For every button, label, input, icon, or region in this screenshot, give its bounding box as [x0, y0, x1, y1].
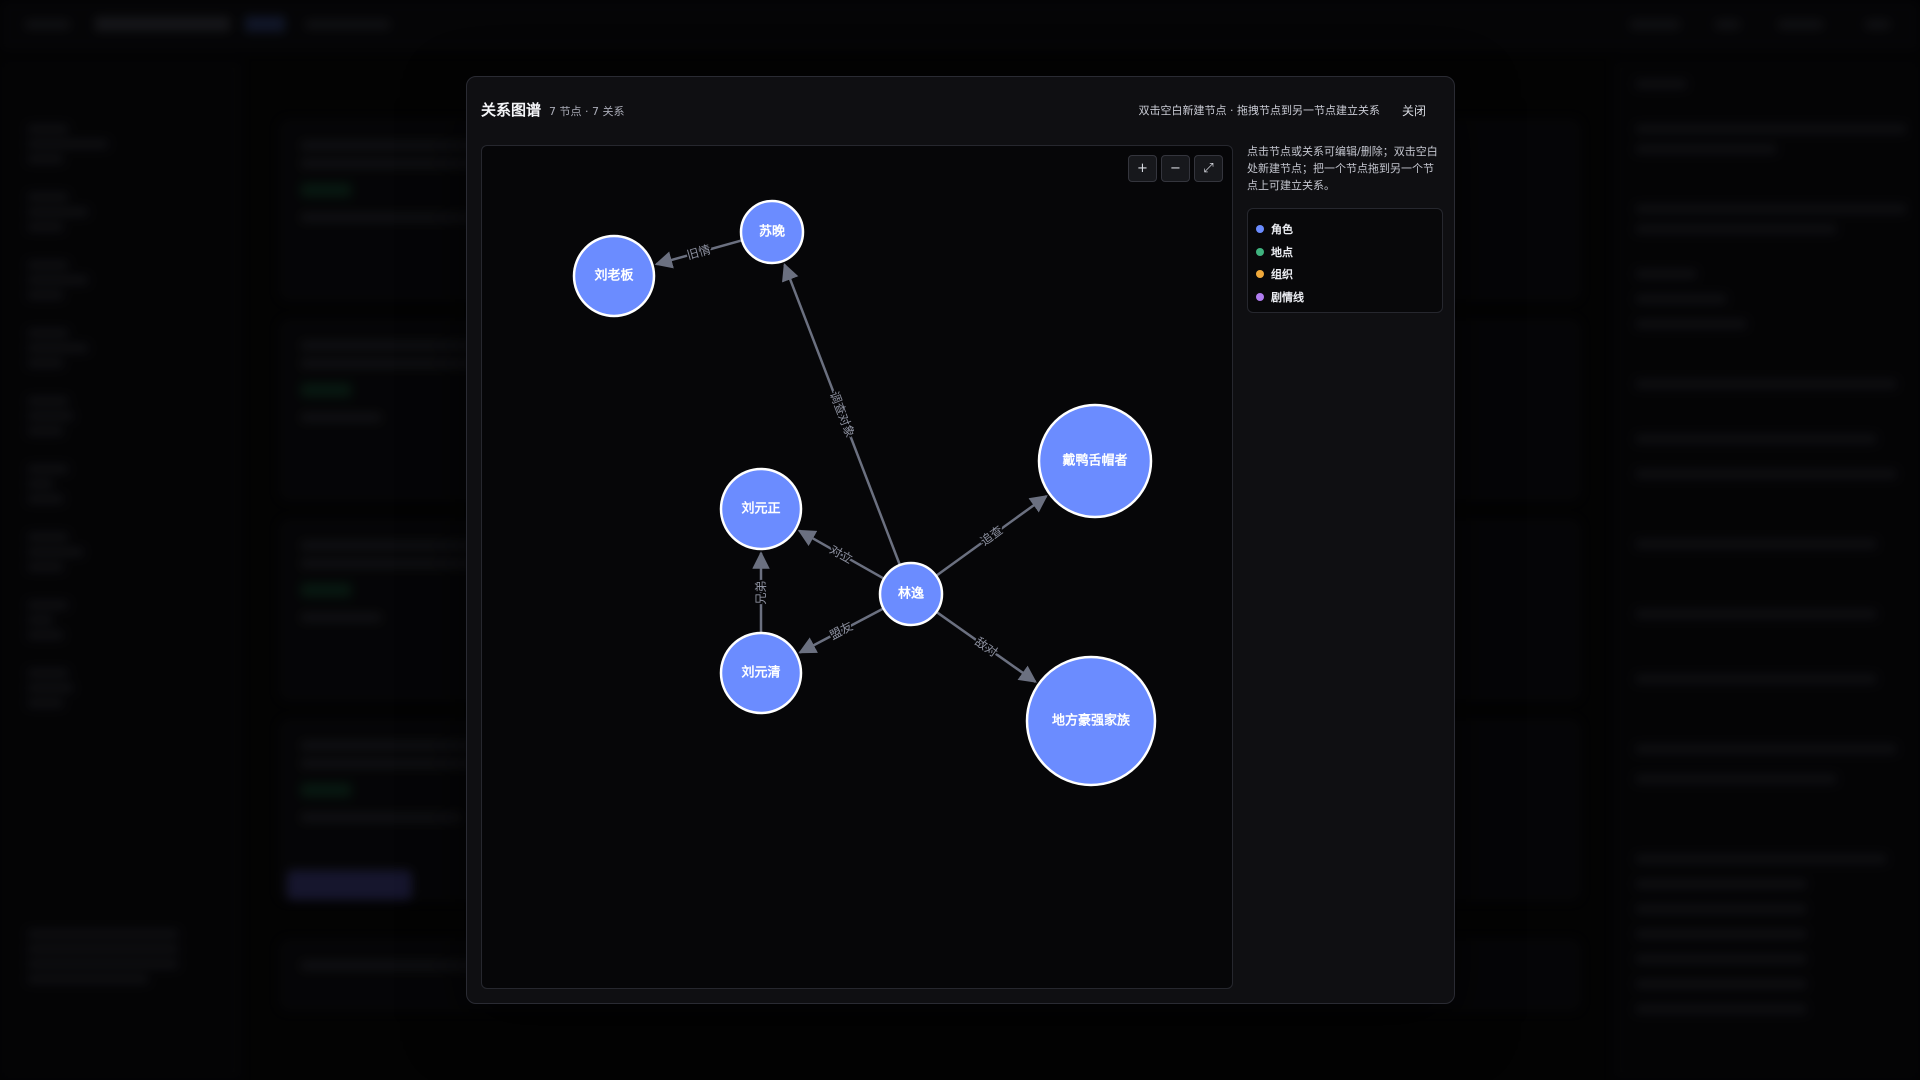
graph-edge-label[interactable]: 对立 — [826, 540, 857, 568]
graph-node[interactable]: 戴鸭舌帽者 — [1037, 403, 1153, 519]
graph-edge-label[interactable]: 调查对象 — [825, 388, 858, 441]
legend-label: 组织 — [1271, 268, 1293, 282]
graph-node-label: 刘元正 — [741, 501, 780, 517]
fit-view-button[interactable]: ⤢ — [1194, 155, 1223, 182]
close-button[interactable]: 关闭 — [1398, 99, 1430, 122]
graph-node[interactable]: 刘老板 — [572, 234, 656, 318]
graph-edge-label[interactable]: 盟友 — [826, 617, 857, 644]
legend-dot-icon — [1256, 247, 1264, 256]
side-panel: 点击节点或关系可编辑/删除；双击空白处新建节点；把一个节点拖到另一个节点上可建立… — [1247, 143, 1443, 313]
legend-label: 地点 — [1271, 245, 1293, 259]
nodes-layer: 苏晚刘老板刘元正林逸刘元清 戴鸭舌帽者地方豪强家族 — [572, 199, 1157, 787]
relationship-graph[interactable]: 旧情调查对象对立兄弟盟友追查敌对 苏晚刘老板刘元正林逸刘元清戴鸭舌帽者地方豪强家… — [482, 146, 1233, 989]
graph-node[interactable]: 刘元正 — [719, 467, 803, 551]
usage-hint: 点击节点或关系可编辑/删除；双击空白处新建节点；把一个节点拖到另一个节点上可建立… — [1247, 145, 1438, 192]
relationship-graph-modal: 关系图谱 7 节点 · 7 关系 双击空白新建节点 · 拖拽节点到另一节点建立关… — [466, 76, 1455, 1004]
graph-node-label: 刘老板 — [594, 268, 634, 284]
graph-edge-label[interactable]: 敌对 — [971, 632, 1002, 661]
graph-node[interactable]: 林逸 — [878, 561, 944, 627]
legend-item: 角色 — [1256, 218, 1434, 241]
graph-node-label: 刘元清 — [741, 665, 780, 681]
graph-canvas[interactable]: 旧情 调查对象 对立 兄弟 盟友 追查 敌对 苏晚 刘老板 刘元正 林逸 刘元清 戴鸭舌帽者 地方豪强家… — [481, 145, 1233, 989]
graph-node-label: 苏晚 — [759, 224, 785, 240]
edges-layer: 旧情调查对象对立兄弟盟友追查敌对 — [654, 239, 1048, 683]
modal-header: 关系图谱 7 节点 · 7 关系 双击空白新建节点 · 拖拽节点到另一节点建立关… — [467, 77, 1454, 141]
zoom-controls: + − ⤢ — [1128, 155, 1223, 182]
graph-node-label: 戴鸭舌帽者 — [1062, 453, 1127, 469]
legend-dot-icon — [1256, 270, 1264, 279]
node-relation-count: 7 节点 · 7 关系 — [549, 105, 625, 118]
legend: 角色 地点 组织 剧情线 — [1247, 208, 1443, 313]
graph-node[interactable]: 地方豪强家族 — [1025, 655, 1157, 787]
graph-node[interactable]: 刘元清 — [719, 631, 803, 715]
graph-node-label: 林逸 — [898, 586, 924, 602]
graph-node-label: 地方豪强家族 — [1052, 713, 1131, 729]
legend-label: 剧情线 — [1271, 290, 1304, 304]
legend-item: 剧情线 — [1256, 286, 1434, 309]
legend-item: 组织 — [1256, 263, 1434, 286]
modal-title: 关系图谱 — [481, 101, 542, 119]
graph-edge-label[interactable]: 兄弟 — [753, 579, 770, 606]
legend-dot-icon — [1256, 292, 1264, 301]
legend-label: 角色 — [1271, 223, 1293, 237]
zoom-in-button[interactable]: + — [1128, 155, 1157, 182]
legend-dot-icon — [1256, 225, 1264, 234]
zoom-out-button[interactable]: − — [1161, 155, 1190, 182]
modal-hint: 双击空白新建节点 · 拖拽节点到另一节点建立关系 — [1138, 104, 1381, 117]
legend-item: 地点 — [1256, 241, 1434, 264]
graph-node[interactable]: 苏晚 — [739, 199, 805, 265]
graph-edge-label[interactable]: 旧情 — [684, 241, 714, 264]
